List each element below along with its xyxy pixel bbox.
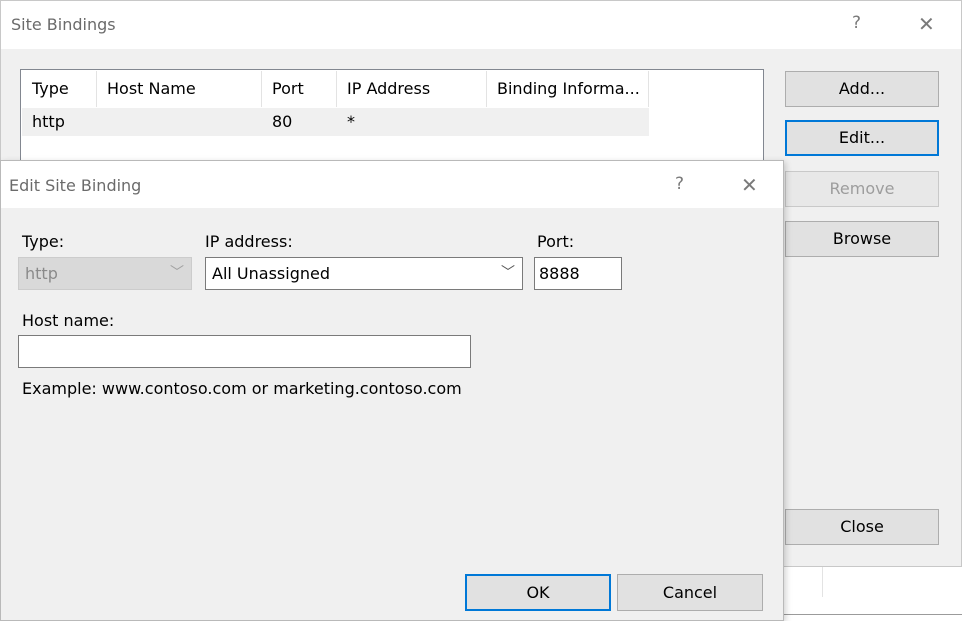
site-bindings-title: Site Bindings: [11, 15, 116, 34]
cell-host-name: [97, 108, 262, 136]
divider: [784, 614, 962, 615]
add-button[interactable]: Add...: [785, 71, 939, 107]
browse-button[interactable]: Browse: [785, 221, 939, 257]
ip-address-select[interactable]: All Unassigned ﹀: [205, 257, 523, 290]
type-label: Type:: [22, 232, 65, 251]
cancel-button[interactable]: Cancel: [617, 574, 763, 611]
port-label: Port:: [537, 232, 575, 251]
close-button[interactable]: Close: [785, 509, 939, 545]
chevron-down-icon[interactable]: ﹀: [501, 258, 515, 289]
help-icon[interactable]: ?: [675, 174, 684, 194]
type-select-value: http: [25, 264, 58, 283]
column-header-host-name[interactable]: Host Name: [97, 71, 262, 107]
close-icon[interactable]: ✕: [741, 173, 758, 197]
column-header-binding-information[interactable]: Binding Informa...: [487, 71, 649, 107]
edit-site-binding-dialog: Edit Site Binding ? ✕ Type: http ﹀ IP ad…: [0, 160, 784, 621]
cell-port: 80: [272, 112, 293, 131]
ip-address-select-value: All Unassigned: [212, 264, 330, 283]
cell-ip-address: *: [347, 112, 355, 131]
bindings-list-header: Type Host Name Port IP Address Binding I…: [22, 71, 649, 107]
edit-site-binding-titlebar: Edit Site Binding ? ✕: [1, 161, 783, 208]
column-header-type[interactable]: Type: [22, 71, 97, 107]
edit-site-binding-title: Edit Site Binding: [9, 176, 142, 195]
cell-binding-information: [487, 108, 649, 136]
close-icon[interactable]: ✕: [918, 12, 935, 36]
site-bindings-titlebar: Site Bindings ? ✕: [1, 1, 961, 49]
edit-button[interactable]: Edit...: [785, 120, 939, 156]
table-row[interactable]: http 80 *: [22, 108, 649, 136]
host-name-example: Example: www.contoso.com or marketing.co…: [22, 379, 462, 398]
column-header-ip-address[interactable]: IP Address: [337, 71, 487, 107]
type-select[interactable]: http ﹀: [18, 257, 192, 290]
remove-button[interactable]: Remove: [785, 171, 939, 207]
column-header-port[interactable]: Port: [262, 71, 337, 107]
port-input-value: 8888: [539, 264, 580, 283]
cell-type: http: [32, 112, 65, 131]
ip-address-label: IP address:: [205, 232, 293, 251]
ok-button[interactable]: OK: [465, 574, 611, 611]
help-icon[interactable]: ?: [852, 13, 861, 33]
divider: [822, 567, 823, 597]
chevron-down-icon: ﹀: [170, 265, 184, 281]
background-window-strip: [784, 567, 962, 621]
host-name-label: Host name:: [22, 311, 115, 330]
host-name-input[interactable]: [18, 335, 471, 368]
port-input[interactable]: 8888: [534, 257, 622, 290]
